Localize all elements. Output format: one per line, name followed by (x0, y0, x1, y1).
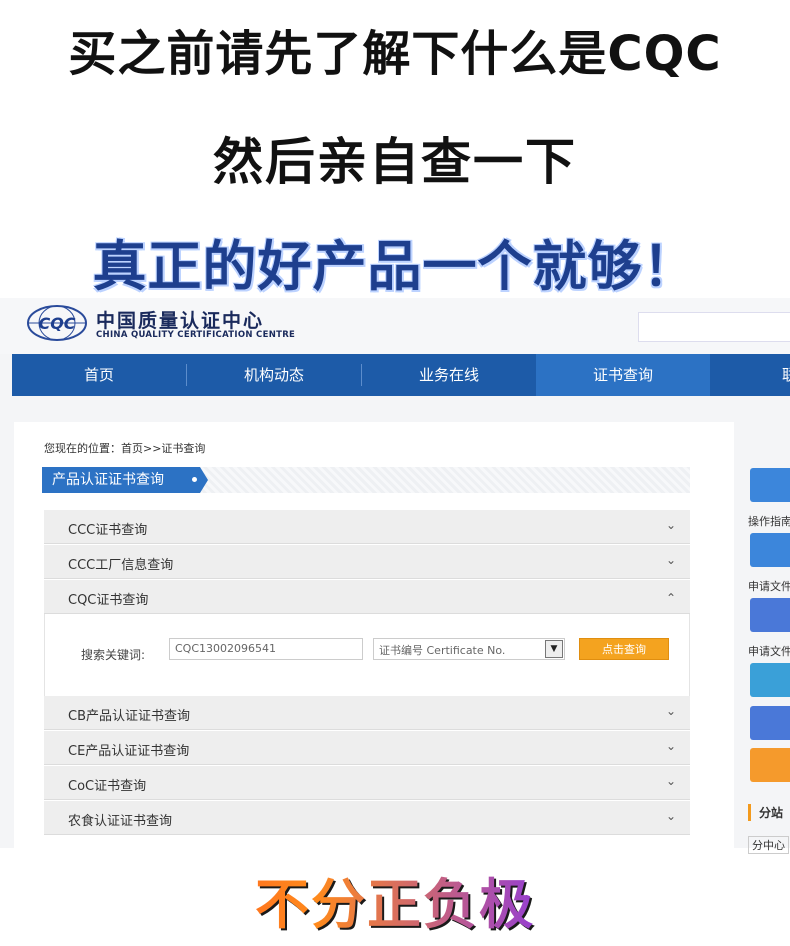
chevron-down-icon: ⌄ (665, 518, 676, 532)
accordion-label: CCC工厂信息查询 (68, 558, 174, 573)
logo-text: CQC (38, 314, 75, 333)
org-name-cn: 中国质量认证中心 (96, 310, 265, 332)
chevron-down-icon: ⌄ (665, 739, 676, 753)
accordion-coc-cert[interactable]: CoC证书查询 ⌄ (44, 766, 690, 800)
dropdown-arrow-icon[interactable]: ▼ (545, 640, 563, 658)
accordion-agri-cert[interactable]: 农食认证证书查询 ⌄ (44, 801, 690, 835)
accordion-ccc-cert[interactable]: CCC证书查询 ⌄ (44, 510, 690, 544)
nav-item-business[interactable]: 业务在线 (362, 354, 536, 396)
section-title: 产品认证证书查询 (42, 467, 208, 493)
main-content: 您现在的位置：首页>>证书查询 产品认证证书查询 CCC证书查询 ⌄ CCC工厂… (14, 422, 734, 848)
nav-item-news[interactable]: 机构动态 (187, 354, 361, 396)
promo-headline-2: 然后亲自查一下 (213, 133, 577, 191)
cqc-site-screenshot: CQC 中国质量认证中心 CHINA QUALITY CERTIFICATION… (0, 298, 790, 848)
chevron-up-icon: ⌃ (665, 591, 676, 605)
search-type-value: 证书编号 Certificate No. (379, 644, 506, 657)
org-name-en: CHINA QUALITY CERTIFICATION CENTRE (96, 330, 296, 340)
accordion-ccc-factory[interactable]: CCC工厂信息查询 ⌄ (44, 545, 690, 579)
accordion-label: CQC证书查询 (68, 593, 149, 608)
cqc-logo-icon: CQC (27, 305, 87, 341)
promo-headline-3: 真正的好产品一个就够！ (92, 235, 698, 298)
accordion-ce-cert[interactable]: CE产品认证证书查询 ⌄ (44, 731, 690, 765)
search-type-select[interactable]: 证书编号 Certificate No. ▼ (373, 638, 565, 660)
accordion-label: CCC证书查询 (68, 523, 148, 538)
accordion-label: 农食认证证书查询 (68, 814, 173, 829)
accordion-cb-cert[interactable]: CB产品认证证书查询 ⌄ (44, 696, 690, 730)
section-header: 产品认证证书查询 (42, 467, 690, 493)
promo-bottom-title: 不分正负极 (0, 860, 790, 939)
site-header: CQC 中国质量认证中心 CHINA QUALITY CERTIFICATION… (0, 298, 790, 354)
keyword-input[interactable]: CQC13002096541 (169, 638, 363, 660)
promo-headline-1: 买之前请先了解下什么是CQC (68, 26, 722, 82)
nav-item-home[interactable]: 首页 (12, 354, 186, 396)
accordion-label: CB产品认证证书查询 (68, 709, 190, 724)
breadcrumb: 您现在的位置：首页>>证书查询 (44, 442, 206, 455)
accordion-label: CoC证书查询 (68, 779, 147, 794)
chevron-down-icon: ⌄ (665, 553, 676, 567)
chevron-down-icon: ⌄ (665, 809, 676, 823)
header-search-box[interactable] (638, 312, 790, 342)
search-submit-button[interactable]: 点击查询 (579, 638, 669, 660)
keyword-label: 搜索关键词: (81, 648, 146, 662)
accordion-cqc-cert[interactable]: CQC证书查询 ⌃ (44, 580, 690, 614)
chevron-down-icon: ⌄ (665, 704, 676, 718)
accordion-label: CE产品认证证书查询 (68, 744, 190, 759)
main-nav: 首页 机构动态 业务在线 证书查询 联系 (12, 354, 790, 396)
cqc-search-panel: 搜索关键词: CQC13002096541 证书编号 Certificate N… (44, 614, 690, 696)
chevron-down-icon: ⌄ (665, 774, 676, 788)
nav-item-contact[interactable]: 联系 (710, 354, 790, 396)
nav-item-cert-query[interactable]: 证书查询 (536, 354, 710, 396)
bullet-icon (192, 477, 197, 482)
